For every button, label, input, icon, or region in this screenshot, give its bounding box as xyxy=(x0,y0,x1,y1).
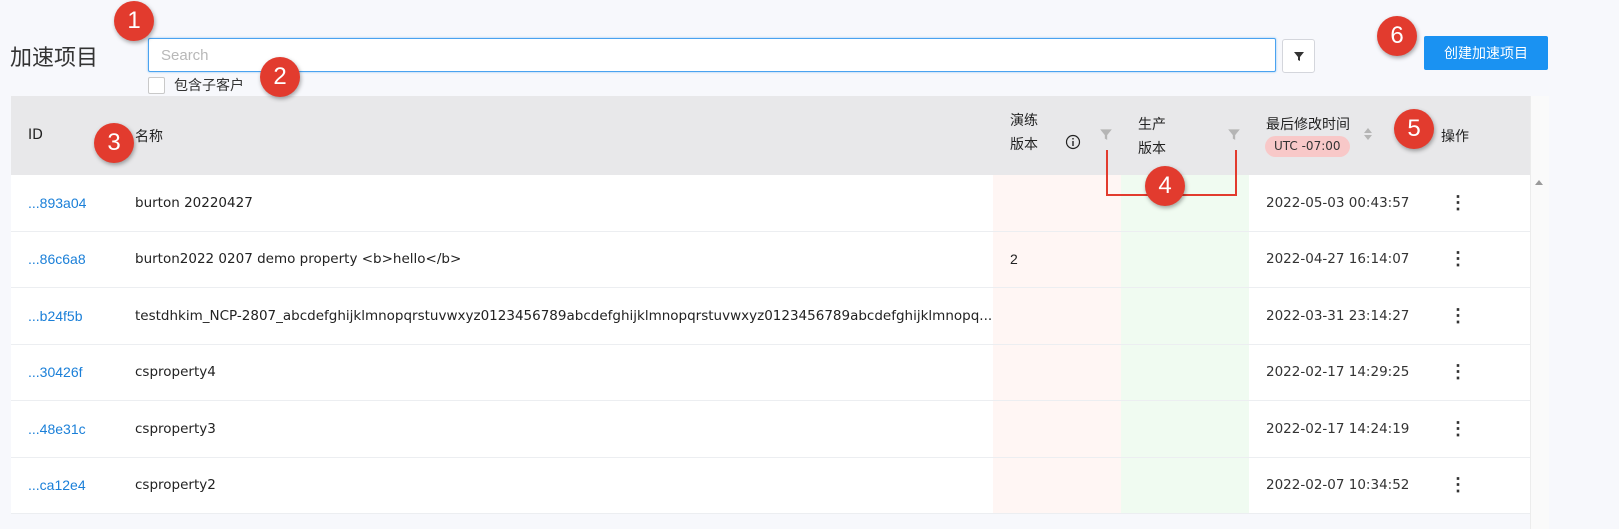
table-row: ...ca12e4 csproperty2 2022-02-07 10:34:5… xyxy=(11,457,1530,514)
row-actions-menu-icon[interactable]: ⋮ xyxy=(1448,362,1468,383)
last-modified: 2022-02-07 10:34:52 xyxy=(1266,477,1410,494)
include-subcustomers-label: 包含子客户 xyxy=(174,78,244,94)
production-column-bg xyxy=(1121,288,1249,344)
column-header-staging-line2: 版本 xyxy=(1010,137,1038,153)
filter-icon xyxy=(1293,52,1304,61)
last-modified: 2022-03-31 23:14:27 xyxy=(1266,307,1410,324)
annotation-marker-3: 3 xyxy=(94,123,134,163)
table-body: ...893a04 burton 20220427 2022-05-03 00:… xyxy=(11,175,1530,514)
property-id-link[interactable]: ...b24f5b xyxy=(28,308,83,324)
row-actions-menu-icon[interactable]: ⋮ xyxy=(1448,418,1468,439)
column-header-production-line1: 生产 xyxy=(1138,117,1166,133)
table-row: ...30426f csproperty4 2022-02-17 14:29:2… xyxy=(11,344,1530,401)
property-name: csproperty3 xyxy=(135,420,216,437)
annotation-marker-5: 5 xyxy=(1394,109,1434,149)
staging-column-bg xyxy=(993,401,1121,457)
table-row: ...893a04 burton 20220427 2022-05-03 00:… xyxy=(11,175,1530,232)
last-modified: 2022-02-17 14:29:25 xyxy=(1266,364,1410,381)
timezone-badge: UTC -07:00 xyxy=(1265,136,1350,157)
property-name: testdhkim_NCP-2807_abcdefghijklmnopqrstu… xyxy=(135,307,993,324)
production-column-bg xyxy=(1121,231,1249,287)
property-id-link[interactable]: ...893a04 xyxy=(28,195,86,211)
table-row: ...48e31c csproperty3 2022-02-17 14:24:1… xyxy=(11,401,1530,458)
sort-icon[interactable] xyxy=(1363,126,1373,142)
property-name: csproperty4 xyxy=(135,364,216,381)
property-id-link[interactable]: ...30426f xyxy=(28,364,83,380)
table-row: ...86c6a8 burton2022 0207 demo property … xyxy=(11,231,1530,288)
scroll-up-arrow-icon[interactable] xyxy=(1535,180,1543,185)
property-name: csproperty2 xyxy=(135,477,216,494)
staging-column-bg xyxy=(993,344,1121,400)
staging-column-bg xyxy=(993,175,1121,231)
annotation-marker-1: 1 xyxy=(114,1,154,41)
row-actions-menu-icon[interactable]: ⋮ xyxy=(1448,475,1468,496)
staging-filter-icon[interactable] xyxy=(1099,127,1113,141)
column-header-last-modified[interactable]: 最后修改时间 xyxy=(1266,114,1350,134)
column-header-staging-line1: 演练 xyxy=(1010,113,1038,129)
property-name: burton 20220427 xyxy=(135,194,253,211)
annotation-marker-6: 6 xyxy=(1377,16,1417,56)
column-header-actions: 操作 xyxy=(1441,129,1469,145)
staging-version: 2 xyxy=(1010,251,1018,268)
filter-button[interactable] xyxy=(1282,39,1315,73)
column-header-name[interactable]: 名称 xyxy=(135,126,163,146)
row-actions-menu-icon[interactable]: ⋮ xyxy=(1448,249,1468,270)
property-id-link[interactable]: ...86c6a8 xyxy=(28,251,86,267)
last-modified: 2022-05-03 00:43:57 xyxy=(1266,194,1410,211)
page-title: 加速项目 xyxy=(10,46,99,71)
production-column-bg xyxy=(1121,401,1249,457)
search-box[interactable] xyxy=(148,38,1276,72)
column-header-id[interactable]: ID xyxy=(28,127,43,143)
create-property-button[interactable]: 创建加速项目 xyxy=(1424,36,1548,70)
include-subcustomers[interactable]: 包含子客户 xyxy=(148,75,244,95)
last-modified: 2022-04-27 16:14:07 xyxy=(1266,251,1410,268)
properties-table: ID 名称 演练 版本 生产 版本 最后修改时间 UTC -07:00 操作 .… xyxy=(11,96,1530,514)
annotation-marker-4: 4 xyxy=(1145,166,1185,206)
staging-column-bg xyxy=(993,288,1121,344)
production-column-bg xyxy=(1121,344,1249,400)
production-filter-icon[interactable] xyxy=(1227,127,1241,141)
annotation-marker-2: 2 xyxy=(260,57,300,97)
production-column-bg xyxy=(1121,457,1249,513)
search-input[interactable] xyxy=(149,39,1275,71)
table-row: ...b24f5b testdhkim_NCP-2807_abcdefghijk… xyxy=(11,288,1530,345)
staging-column-bg xyxy=(993,457,1121,513)
row-actions-menu-icon[interactable]: ⋮ xyxy=(1448,305,1468,326)
include-subcustomers-checkbox[interactable] xyxy=(148,76,165,94)
property-name: burton2022 0207 demo property <b>hello</… xyxy=(135,251,462,268)
table-header: ID 名称 演练 版本 生产 版本 最后修改时间 UTC -07:00 操作 xyxy=(11,96,1530,175)
property-id-link[interactable]: ...48e31c xyxy=(28,421,86,437)
info-icon[interactable] xyxy=(1065,134,1081,150)
property-id-link[interactable]: ...ca12e4 xyxy=(28,477,86,493)
last-modified: 2022-02-17 14:24:19 xyxy=(1266,420,1410,437)
vertical-scrollbar[interactable] xyxy=(1530,96,1549,529)
row-actions-menu-icon[interactable]: ⋮ xyxy=(1448,192,1468,213)
